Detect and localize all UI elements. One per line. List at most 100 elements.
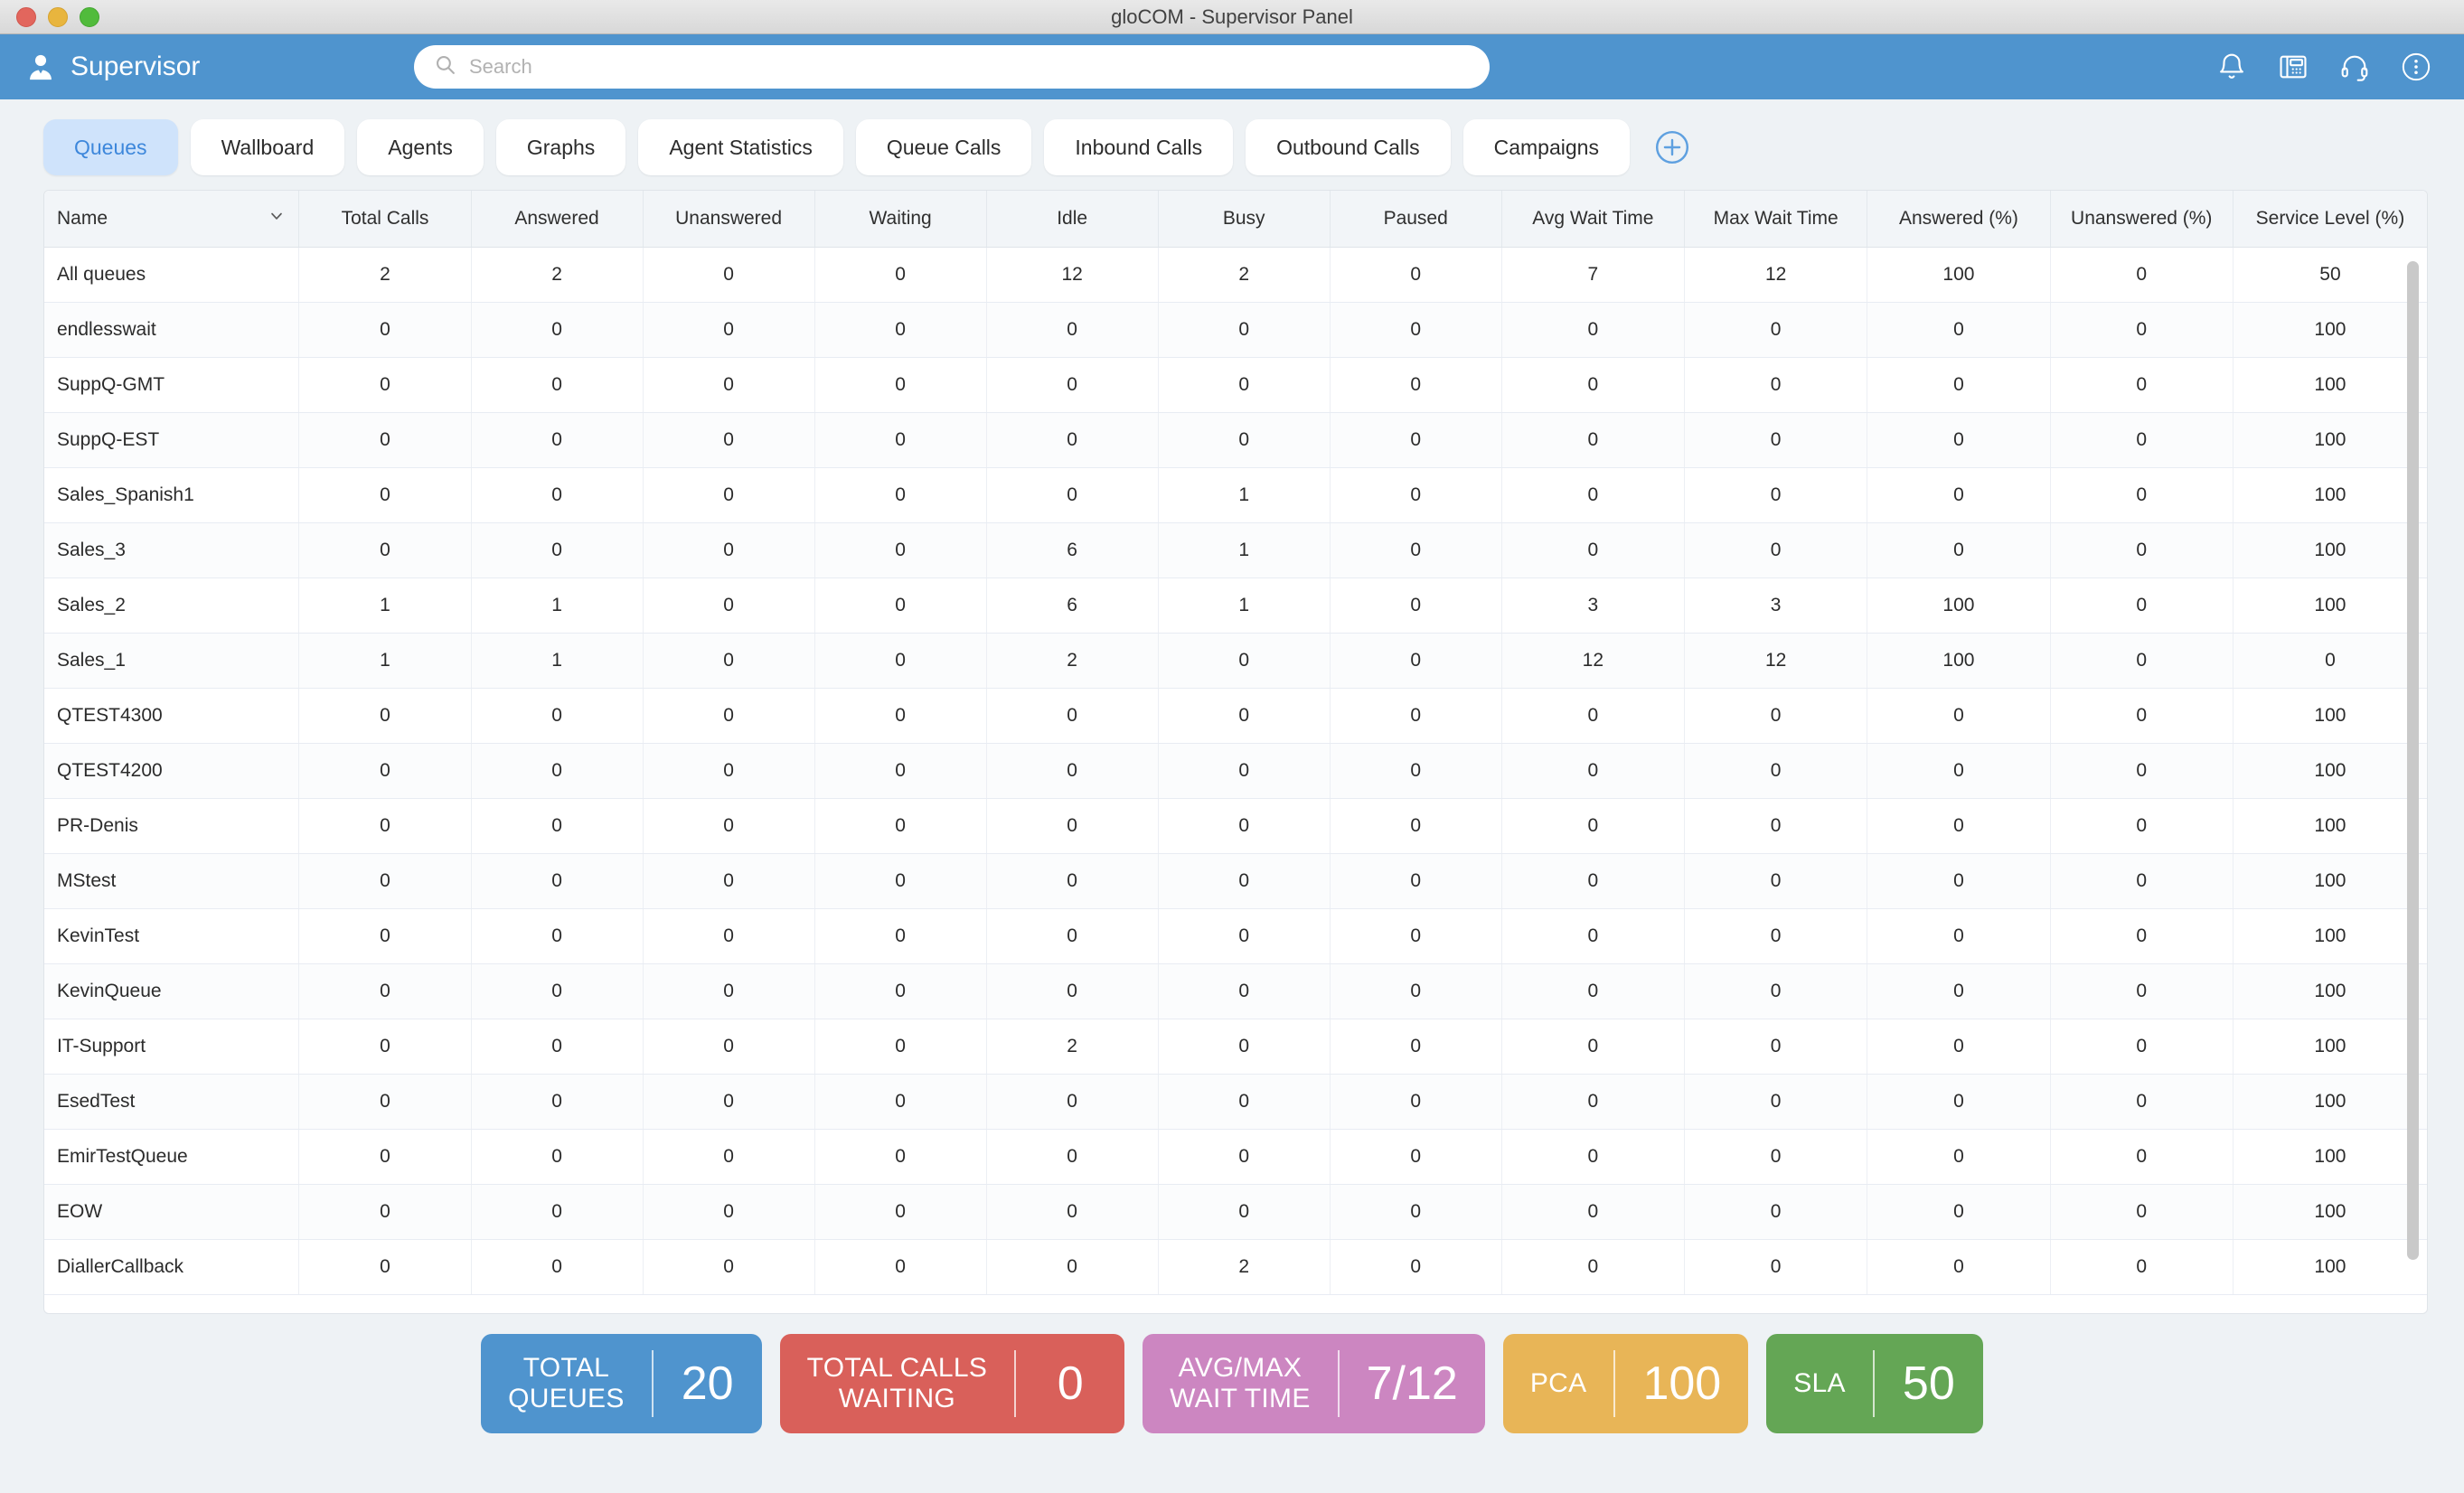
column-header-unanswered[interactable]: Unanswered (%)	[2050, 191, 2234, 248]
desk-phone-icon[interactable]	[2278, 52, 2309, 82]
table-cell-answered: 2	[471, 247, 644, 303]
table-cell-max-wait: 0	[1684, 522, 1868, 578]
table-row[interactable]: KevinTest 0 0 0 0 0 0 0 0 0 0 0 100	[44, 908, 2427, 964]
table-cell-max-wait: 0	[1684, 1019, 1868, 1075]
table-cell-service-level: 0	[2233, 633, 2427, 689]
table-cell-answered-pct: 0	[1867, 467, 2051, 523]
column-header-answered[interactable]: Answered	[471, 191, 644, 248]
table-cell-waiting: 0	[814, 1184, 987, 1240]
table-row[interactable]: Sales_Spanish1 0 0 0 0 0 1 0 0 0 0 0 100	[44, 467, 2427, 523]
column-header-idle[interactable]: Idle	[986, 191, 1159, 248]
tab-agent-statistics[interactable]: Agent Statistics	[638, 119, 843, 175]
table-row[interactable]: SuppQ-GMT 0 0 0 0 0 0 0 0 0 0 0 100	[44, 357, 2427, 413]
table-cell-busy: 2	[1158, 247, 1331, 303]
table-row[interactable]: Sales_2 1 1 0 0 6 1 0 3 3 100 0 100	[44, 577, 2427, 634]
table-cell-answered-pct: 0	[1867, 1239, 2051, 1295]
headset-icon[interactable]	[2339, 52, 2370, 82]
table-row[interactable]: Sales_3 0 0 0 0 6 1 0 0 0 0 0 100	[44, 522, 2427, 578]
table-cell-idle: 6	[986, 577, 1159, 634]
table-row[interactable]: MStest 0 0 0 0 0 0 0 0 0 0 0 100	[44, 853, 2427, 909]
table-cell-answered-pct: 100	[1867, 633, 2051, 689]
column-header-paused[interactable]: Paused	[1330, 191, 1502, 248]
table-row[interactable]: PR-Denis 0 0 0 0 0 0 0 0 0 0 0 100	[44, 798, 2427, 854]
table-cell-idle: 0	[986, 412, 1159, 468]
queue-name-cell: PR-Denis	[44, 798, 300, 854]
chevron-down-icon[interactable]	[268, 207, 286, 230]
tab-queue-calls[interactable]: Queue Calls	[855, 119, 1032, 175]
table-cell-unanswered: 0	[643, 467, 815, 523]
table-row[interactable]: QTEST4300 0 0 0 0 0 0 0 0 0 0 0 100	[44, 688, 2427, 744]
table-row[interactable]: QTEST4200 0 0 0 0 0 0 0 0 0 0 0 100	[44, 743, 2427, 799]
table-cell-max-wait: 12	[1684, 247, 1868, 303]
table-cell-avg-wait: 0	[1501, 522, 1686, 578]
table-cell-max-wait: 0	[1684, 908, 1868, 964]
kpi-card-total-calls-waiting: TOTAL CALLS WAITING 0	[779, 1334, 1125, 1433]
table-cell-busy: 0	[1158, 302, 1331, 358]
user-icon	[25, 52, 56, 82]
table-cell-waiting: 0	[814, 1129, 987, 1185]
table-cell-service-level: 100	[2233, 577, 2427, 634]
column-header-waiting[interactable]: Waiting	[814, 191, 987, 248]
table-row[interactable]: EmirTestQueue 0 0 0 0 0 0 0 0 0 0 0 100	[44, 1129, 2427, 1185]
brand: Supervisor	[25, 52, 414, 82]
table-cell-answered: 0	[471, 522, 644, 578]
table-row[interactable]: KevinQueue 0 0 0 0 0 0 0 0 0 0 0 100	[44, 963, 2427, 1019]
search-input[interactable]	[469, 55, 1470, 79]
table-row[interactable]: EOW 0 0 0 0 0 0 0 0 0 0 0 100	[44, 1184, 2427, 1240]
table-cell-max-wait: 0	[1684, 467, 1868, 523]
column-header-total-calls[interactable]: Total Calls	[298, 191, 472, 248]
column-header-service-level[interactable]: Service Level (%)	[2233, 191, 2427, 248]
column-header-max-wait-time[interactable]: Max Wait Time	[1684, 191, 1868, 248]
column-header-unanswered[interactable]: Unanswered	[643, 191, 815, 248]
table-cell-idle: 0	[986, 1184, 1159, 1240]
table-cell-busy: 0	[1158, 357, 1331, 413]
tab-agents[interactable]: Agents	[357, 119, 484, 175]
table-cell-service-level: 100	[2233, 412, 2427, 468]
tab-wallboard[interactable]: Wallboard	[190, 119, 345, 175]
queue-name-cell: QTEST4300	[44, 688, 300, 744]
column-header-busy[interactable]: Busy	[1158, 191, 1331, 248]
table-cell-max-wait: 12	[1684, 633, 1868, 689]
table-cell-unanswered: 0	[643, 1239, 815, 1295]
table-cell-unanswered-pct: 0	[2050, 1019, 2234, 1075]
window-titlebar: gloCOM - Supervisor Panel	[0, 0, 2464, 34]
table-cell-avg-wait: 12	[1501, 633, 1686, 689]
table-cell-paused: 0	[1330, 522, 1502, 578]
column-header-answered[interactable]: Answered (%)	[1867, 191, 2051, 248]
column-header-avg-wait-time[interactable]: Avg Wait Time	[1501, 191, 1686, 248]
table-row[interactable]: EsedTest 0 0 0 0 0 0 0 0 0 0 0 100	[44, 1074, 2427, 1130]
kpi-label: TOTAL QUEUES	[508, 1353, 625, 1413]
column-header-name[interactable]: Name	[44, 191, 300, 248]
more-options-icon[interactable]	[2401, 52, 2431, 82]
search-box[interactable]	[414, 45, 1490, 89]
table-cell-total-calls: 0	[298, 467, 472, 523]
table-cell-paused: 0	[1330, 357, 1502, 413]
table-cell-total-calls: 0	[298, 1129, 472, 1185]
table-vertical-scrollbar[interactable]	[2407, 261, 2419, 1260]
table-row[interactable]: All queues 2 2 0 0 12 2 0 7 12 100 0 50	[44, 247, 2427, 303]
table-cell-unanswered-pct: 0	[2050, 853, 2234, 909]
table-row[interactable]: SuppQ-EST 0 0 0 0 0 0 0 0 0 0 0 100	[44, 412, 2427, 468]
add-tab-button[interactable]	[1653, 128, 1691, 166]
table-cell-unanswered-pct: 0	[2050, 633, 2234, 689]
bell-icon[interactable]	[2216, 52, 2247, 82]
tab-campaigns[interactable]: Campaigns	[1462, 119, 1630, 175]
table-cell-paused: 0	[1330, 743, 1502, 799]
table-cell-paused: 0	[1330, 412, 1502, 468]
table-cell-total-calls: 0	[298, 1074, 472, 1130]
tab-queues[interactable]: Queues	[43, 119, 178, 175]
table-cell-service-level: 100	[2233, 798, 2427, 854]
table-row[interactable]: Sales_1 1 1 0 0 2 0 0 12 12 100 0 0	[44, 633, 2427, 689]
table-row[interactable]: endlesswait 0 0 0 0 0 0 0 0 0 0 0 100	[44, 302, 2427, 358]
table-cell-waiting: 0	[814, 908, 987, 964]
tab-outbound-calls[interactable]: Outbound Calls	[1246, 119, 1451, 175]
queue-name-cell: MStest	[44, 853, 300, 909]
table-cell-unanswered: 0	[643, 1184, 815, 1240]
tab-graphs[interactable]: Graphs	[495, 119, 626, 175]
table-cell-service-level: 100	[2233, 908, 2427, 964]
table-row[interactable]: DiallerCallback 0 0 0 0 0 2 0 0 0 0 0 100	[44, 1239, 2427, 1295]
tab-inbound-calls[interactable]: Inbound Calls	[1044, 119, 1234, 175]
table-cell-busy: 1	[1158, 522, 1331, 578]
queue-name-cell: EsedTest	[44, 1074, 300, 1130]
table-row[interactable]: IT-Support 0 0 0 0 2 0 0 0 0 0 0 100	[44, 1019, 2427, 1075]
